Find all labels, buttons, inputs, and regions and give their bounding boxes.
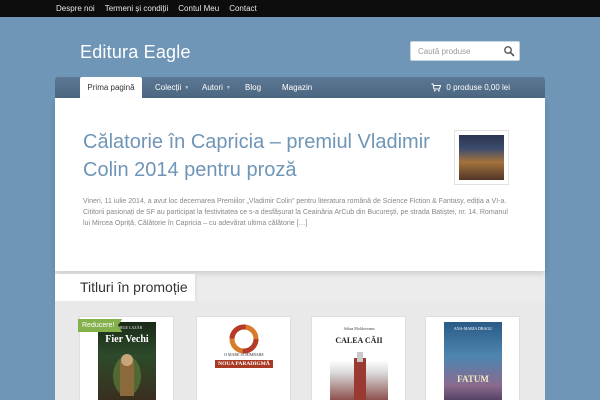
nav-item-authors[interactable]: Autori ▼ bbox=[202, 77, 231, 98]
cover-illustration bbox=[229, 324, 259, 354]
cover-author: Adina Moldoveanu bbox=[343, 326, 375, 331]
book-cover-image: ANA-MARIA DRAGU FATUM bbox=[444, 322, 502, 400]
cover-subtitle: O MARE SCHIMBARE bbox=[224, 352, 264, 357]
cart-link[interactable]: 0 produse 0,00 lei bbox=[431, 77, 510, 98]
book-cover-image: GEORGE LAZĂR Fier Vechi bbox=[98, 322, 156, 400]
product-card[interactable]: O MARE SCHIMBARE NOUA PARADIGMĂ bbox=[196, 316, 291, 400]
main-content: Călatorie în Capricia – premiul Vladimir… bbox=[55, 98, 545, 400]
cover-title: FATUM bbox=[457, 374, 489, 384]
promotions-heading-tab: Titluri în promoție bbox=[55, 274, 195, 301]
post-thumbnail[interactable] bbox=[454, 130, 509, 185]
product-card[interactable]: ANA-MARIA DRAGU FATUM bbox=[425, 316, 520, 400]
nav-item-home[interactable]: Prima pagină bbox=[80, 77, 142, 98]
book-cover-image bbox=[459, 135, 504, 180]
nav-item-shop[interactable]: Magazin bbox=[282, 77, 312, 98]
site-title[interactable]: Editura Eagle bbox=[80, 42, 191, 63]
chevron-down-icon: ▼ bbox=[225, 84, 231, 91]
sale-badge: Reducere! bbox=[78, 319, 123, 332]
cart-summary: 0 produse 0,00 lei bbox=[446, 83, 510, 92]
nav-item-label: Colecții bbox=[155, 83, 182, 92]
top-bar: Despre noi Termeni și condiții Contul Me… bbox=[0, 0, 600, 17]
chevron-down-icon: ▼ bbox=[184, 84, 190, 91]
topbar-link-about[interactable]: Despre noi bbox=[56, 4, 95, 13]
section-title: Titluri în promoție bbox=[80, 279, 188, 295]
nav-item-collections[interactable]: Colecții ▼ bbox=[155, 77, 189, 98]
cart-icon bbox=[431, 83, 442, 92]
cover-author: ANA-MARIA DRAGU bbox=[453, 326, 493, 331]
book-cover-image: O MARE SCHIMBARE NOUA PARADIGMĂ bbox=[215, 322, 273, 400]
search-input[interactable] bbox=[411, 42, 503, 60]
search-box bbox=[410, 41, 520, 61]
product-card[interactable]: Adina Moldoveanu CALEA CĂII bbox=[311, 316, 406, 400]
product-grid: GEORGE LAZĂR Fier Vechi O MARE SCHIMBARE… bbox=[55, 301, 545, 400]
topbar-link-terms[interactable]: Termeni și condiții bbox=[105, 4, 169, 13]
book-cover-image: Adina Moldoveanu CALEA CĂII bbox=[330, 322, 388, 400]
post-excerpt: Vineri, 11 iulie 2014, a avut loc decern… bbox=[83, 198, 508, 227]
topbar-link-account[interactable]: Contul Meu bbox=[178, 4, 219, 13]
nav-item-label: Magazin bbox=[282, 83, 313, 92]
search-icon[interactable] bbox=[502, 44, 516, 58]
cover-title: CALEA CĂII bbox=[335, 336, 383, 345]
nav-item-blog[interactable]: Blog bbox=[245, 77, 261, 98]
featured-post: Călatorie în Capricia – premiul Vladimir… bbox=[55, 98, 545, 271]
nav-item-label: Blog bbox=[245, 83, 262, 92]
main-navigation: Prima pagină Colecții ▼ Autori ▼ Blog Ma… bbox=[55, 77, 545, 98]
cover-title: NOUA PARADIGMĂ bbox=[215, 360, 273, 368]
topbar-link-contact[interactable]: Contact bbox=[229, 4, 257, 13]
cover-title: Fier Vechi bbox=[105, 334, 149, 345]
nav-item-label: Prima pagină bbox=[87, 83, 135, 92]
post-title[interactable]: Călatorie în Capricia – premiul Vladimir… bbox=[83, 128, 453, 184]
nav-item-label: Autori bbox=[202, 83, 223, 92]
cover-illustration bbox=[113, 354, 141, 396]
cover-illustration bbox=[354, 352, 366, 400]
